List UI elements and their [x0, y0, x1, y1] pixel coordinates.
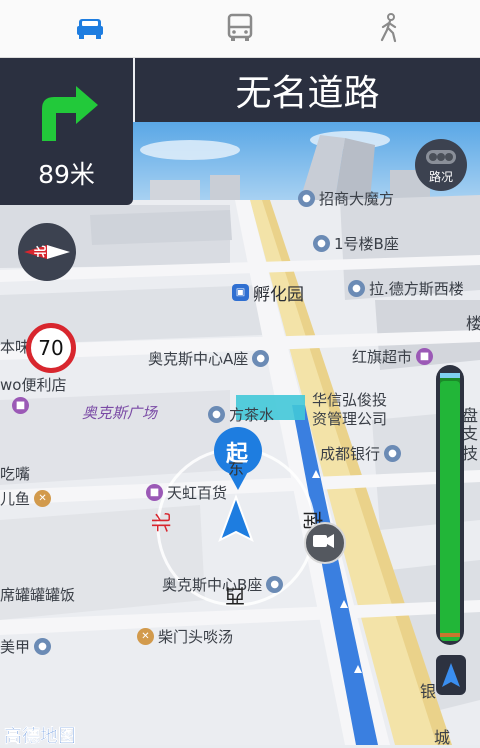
- shop-icon: ■: [146, 484, 163, 501]
- location-icon: ●: [252, 350, 270, 367]
- traffic-toggle-button[interactable]: 路况: [415, 139, 467, 191]
- route-progress-track: [440, 373, 460, 641]
- poi-right-ban: 银: [420, 682, 437, 701]
- restaurant-icon: ✕: [137, 628, 154, 645]
- location-icon: ●: [348, 280, 365, 297]
- poi-right-zhi2: 技: [462, 444, 479, 463]
- navigation-arrow-icon: [442, 663, 460, 687]
- poi-tianhong[interactable]: ■ 天虹百货: [146, 482, 227, 503]
- car-mode-tab[interactable]: [72, 10, 108, 46]
- transport-mode-bar: [0, 0, 480, 58]
- camera-icon: [313, 534, 334, 548]
- route-progress-end: [440, 633, 460, 637]
- location-icon: ●: [266, 576, 284, 593]
- speed-limit-sign: 70: [26, 323, 76, 373]
- route-progress-bar: [436, 365, 464, 645]
- restaurant-icon: ✕: [34, 490, 52, 507]
- metro-icon: ▣: [232, 284, 249, 301]
- poi-meijia[interactable]: 美甲 ●: [0, 636, 52, 657]
- road-name: 无名道路: [235, 72, 380, 114]
- location-icon: ●: [208, 406, 225, 423]
- start-pin-label: 起: [226, 442, 249, 467]
- recenter-button[interactable]: [436, 655, 466, 695]
- bus-mode-tab[interactable]: [222, 10, 258, 46]
- speed-limit-value: 70: [38, 336, 64, 360]
- location-icon: ●: [384, 445, 402, 462]
- route-progress-fill: [440, 381, 460, 641]
- poi-zichan[interactable]: 资管理公司: [312, 408, 387, 429]
- poi-xiwei[interactable]: 席罐罐罐饭: [0, 584, 75, 605]
- walk-icon: [380, 13, 397, 43]
- poi-wo-store[interactable]: wo便利店: [0, 374, 66, 395]
- direction-west: 西: [225, 584, 245, 608]
- walk-mode-tab[interactable]: [372, 10, 408, 46]
- direction-north: 北: [149, 512, 174, 533]
- poi-er-yu[interactable]: 儿鱼 ✕: [0, 488, 52, 509]
- brand-logo: 高德地图: [4, 726, 76, 747]
- poi-chengdu-bank[interactable]: 成都银行 ●: [320, 443, 402, 464]
- location-icon: ●: [34, 638, 52, 655]
- shop-icon: ■: [12, 397, 29, 414]
- poi-huaxin[interactable]: 华信弘俊投: [312, 389, 387, 410]
- poi-ladefang[interactable]: ● 拉.德方斯西楼: [348, 278, 464, 299]
- location-icon: ●: [298, 190, 315, 207]
- poi-aoke-plaza[interactable]: 奥克斯广场: [82, 402, 157, 423]
- poi-shop-marker[interactable]: ■: [12, 397, 29, 414]
- traffic-label: 路况: [428, 170, 453, 184]
- poi-chaimen[interactable]: ✕ 柴门头啖汤: [137, 626, 233, 647]
- turn-right-arrow-icon: [42, 86, 98, 141]
- compass-button[interactable]: 北: [18, 223, 76, 281]
- poi-chizui[interactable]: 吃嘴: [0, 463, 30, 484]
- traffic-light-icon: [426, 150, 456, 164]
- turn-distance: 89米: [38, 160, 95, 189]
- location-icon: ●: [313, 235, 330, 252]
- shop-icon: ■: [416, 348, 434, 365]
- poi-fangcha[interactable]: ● 方茶水: [208, 404, 274, 425]
- poi-right-cheng: 城: [434, 728, 451, 747]
- route-progress-start: [440, 373, 460, 378]
- poi-fuhuayuan[interactable]: ▣ 孵化园: [232, 280, 304, 305]
- car-icon: [77, 19, 103, 39]
- poi-right-ji: 楼: [466, 314, 480, 333]
- poi-zhaoshang[interactable]: ● 招商大魔方: [298, 188, 394, 209]
- speed-camera-marker: [304, 522, 346, 564]
- poi-aoke-b[interactable]: 奥克斯中心B座 ●: [162, 574, 284, 595]
- poi-aoke-a[interactable]: 奥克斯中心A座 ●: [148, 348, 270, 369]
- bus-icon: [227, 13, 253, 41]
- compass-north-label: 北: [33, 245, 48, 258]
- road-name-bar: 无名道路: [135, 57, 480, 122]
- poi-hongqi[interactable]: 红旗超市 ■: [352, 346, 434, 367]
- poi-building1b[interactable]: ● 1号楼B座: [313, 233, 399, 254]
